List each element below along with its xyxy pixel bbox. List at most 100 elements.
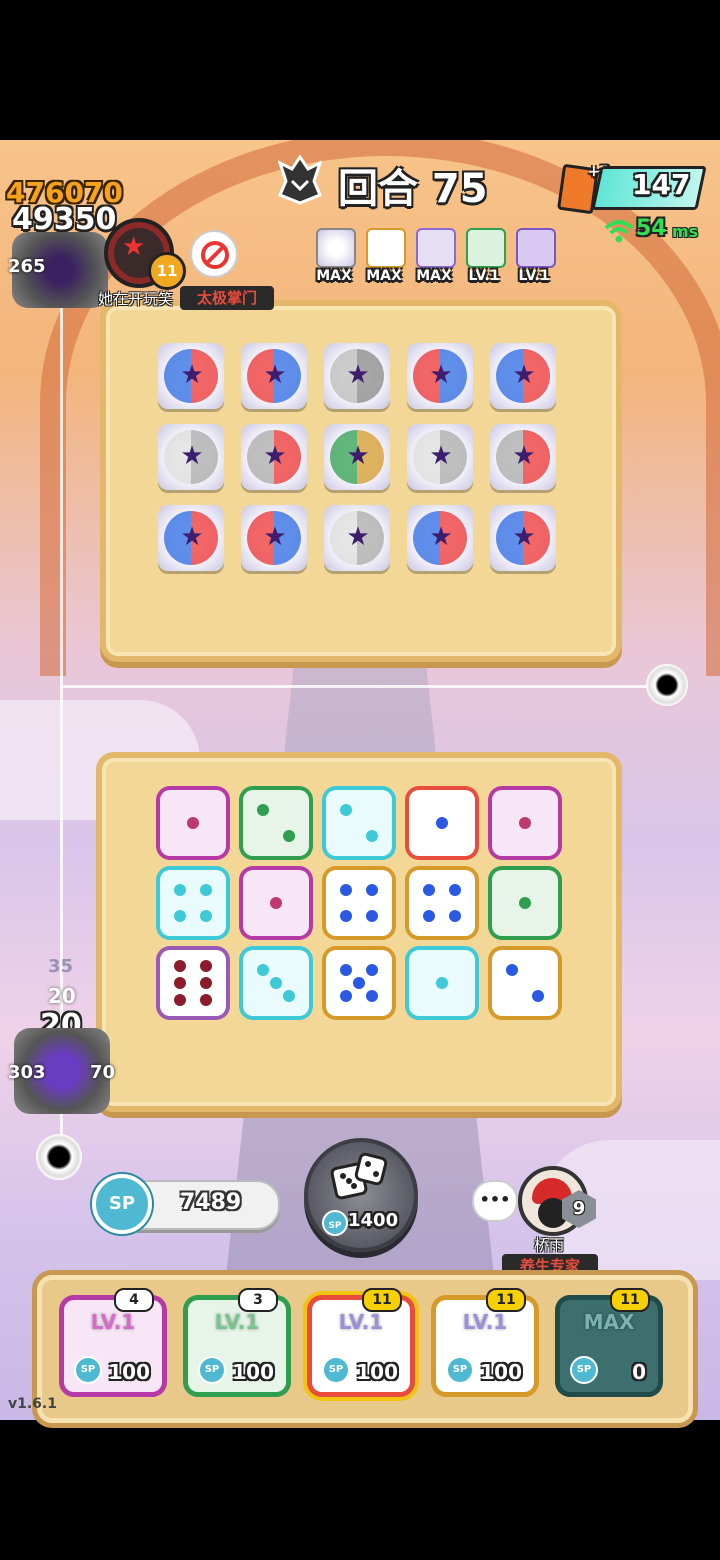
hand-card-sword[interactable]: 4 LV.1 SP 100	[64, 1288, 162, 1392]
hand-card-level: LV.1	[462, 1310, 508, 1334]
hand-card-count: 11	[486, 1288, 526, 1312]
dice-pip	[174, 960, 186, 972]
opponent-board-tile: ★	[407, 505, 473, 571]
mute-button[interactable]	[190, 230, 238, 278]
opponent-board-tile: ★	[158, 424, 224, 490]
dice-pip	[436, 817, 448, 829]
dice-pip	[449, 884, 461, 896]
hand-card-sp-icon: SP	[74, 1356, 102, 1384]
player-hp-right: 70	[90, 1062, 116, 1083]
wifi-icon	[604, 218, 634, 244]
dice-pip	[270, 897, 282, 909]
player-dice-tile[interactable]	[492, 870, 558, 936]
opponent-board-tile: ★	[241, 343, 307, 409]
dice-pip	[519, 897, 531, 909]
hand-card-count: 3	[238, 1288, 278, 1312]
dice-pip	[423, 910, 435, 922]
dice-pip	[506, 964, 518, 976]
opponent-board-tile: ★	[490, 343, 556, 409]
path-line-h	[60, 685, 680, 688]
opponent-title: 太极掌门	[196, 289, 257, 307]
opponent-avatar-star-icon: ★	[122, 232, 146, 262]
deck-level-2: MAX	[366, 268, 402, 284]
dice-pip	[340, 884, 352, 896]
dice-pip	[532, 990, 544, 1002]
player-dice-tile[interactable]	[243, 870, 309, 936]
dice-pip	[366, 964, 378, 976]
enemy-star-icon: ★	[180, 522, 204, 552]
deck-card-dragon	[466, 228, 506, 268]
summon-button[interactable]: SP 1400	[304, 1138, 418, 1252]
chat-dots: •••	[479, 1190, 511, 1209]
hand-card-count: 11	[362, 1288, 402, 1312]
hand-card-rainbow[interactable]: 11 LV.1 SP 100	[312, 1288, 410, 1392]
hand-card-cost: 100	[232, 1360, 274, 1384]
player-dice-tile[interactable]	[243, 950, 309, 1016]
deck-level-4: LV.1	[468, 268, 500, 284]
opponent-board-tile: ★	[407, 424, 473, 490]
player-dice-tile[interactable]	[409, 790, 475, 856]
dice-pip	[257, 804, 269, 816]
player-dice-tile[interactable]	[492, 790, 558, 856]
deck-level-5: LV.1	[518, 268, 550, 284]
dice-pip	[366, 990, 378, 1002]
hand-card-count: 4	[114, 1288, 154, 1312]
hand-card-pentagram[interactable]: 3 LV.1 SP 100	[188, 1288, 286, 1392]
enemy-star-icon: ★	[346, 522, 370, 552]
opponent-board-tile: ★	[407, 343, 473, 409]
summon-cost: 1400	[348, 1210, 399, 1231]
deck-level-3: MAX	[416, 268, 452, 284]
enemy-star-icon: ★	[263, 522, 287, 552]
sp-value: 7489	[180, 1190, 242, 1215]
dice-pip	[366, 830, 378, 842]
player-dice-tile[interactable]	[243, 790, 309, 856]
dice-pip	[174, 977, 186, 989]
dice-pip	[340, 804, 352, 816]
opponent-rank-badge: 11	[148, 252, 186, 290]
hand-card-cost: 100	[108, 1360, 150, 1384]
dice-pip	[174, 884, 186, 896]
player-dice-tile[interactable]	[160, 790, 226, 856]
dice-pip	[340, 990, 352, 1002]
player-dice-tile[interactable]	[326, 790, 392, 856]
block-icon	[201, 241, 229, 269]
round-label: 回合 75	[338, 166, 488, 212]
deck-level-1: MAX	[316, 268, 352, 284]
enemy-spawn-vortex	[646, 664, 688, 706]
hand-card-teal[interactable]: 11 MAX SP 0	[560, 1288, 658, 1392]
hand-card-sp-icon: SP	[570, 1356, 598, 1384]
player-dice-tile[interactable]	[160, 950, 226, 1016]
player-dice-tile[interactable]	[326, 950, 392, 1016]
dice-pip	[366, 884, 378, 896]
dice-pip	[174, 994, 186, 1006]
dice-pip	[200, 960, 212, 972]
dice-pip	[340, 964, 352, 976]
player-dice-tile[interactable]	[160, 870, 226, 936]
player-dice-tile[interactable]	[492, 950, 558, 1016]
hand-card-cost: 0	[632, 1360, 646, 1384]
dice-pip	[436, 977, 448, 989]
player-hp-left: 303	[8, 1062, 46, 1083]
opponent-name: 她在开玩笑	[98, 290, 174, 308]
player-dice-tile[interactable]	[409, 870, 475, 936]
chat-bubble-button[interactable]: •••	[472, 1180, 518, 1222]
deck-card-lightning	[516, 228, 556, 268]
wave-faint: 35	[48, 956, 74, 977]
dice-pip	[353, 977, 365, 989]
opponent-board-tile: ★	[158, 505, 224, 571]
enemy-star-icon: ★	[346, 441, 370, 471]
dice-pip	[200, 994, 212, 1006]
enemy-star-icon: ★	[346, 360, 370, 390]
hand-card-count: 11	[610, 1288, 650, 1312]
opponent-hp-left: 265	[8, 256, 46, 277]
player-dice-tile[interactable]	[409, 950, 475, 1016]
hand-card-infinity[interactable]: 11 LV.1 SP 100	[436, 1288, 534, 1392]
dice-pip	[283, 830, 295, 842]
dice-pip	[270, 977, 282, 989]
enemy-star-icon: ★	[512, 360, 536, 390]
player-dice-tile[interactable]	[326, 870, 392, 936]
partner-level: 9	[572, 1198, 586, 1219]
opponent-title-badge: 太极掌门	[180, 286, 274, 310]
ping-unit: ms	[672, 222, 699, 241]
round-icon	[277, 154, 323, 205]
